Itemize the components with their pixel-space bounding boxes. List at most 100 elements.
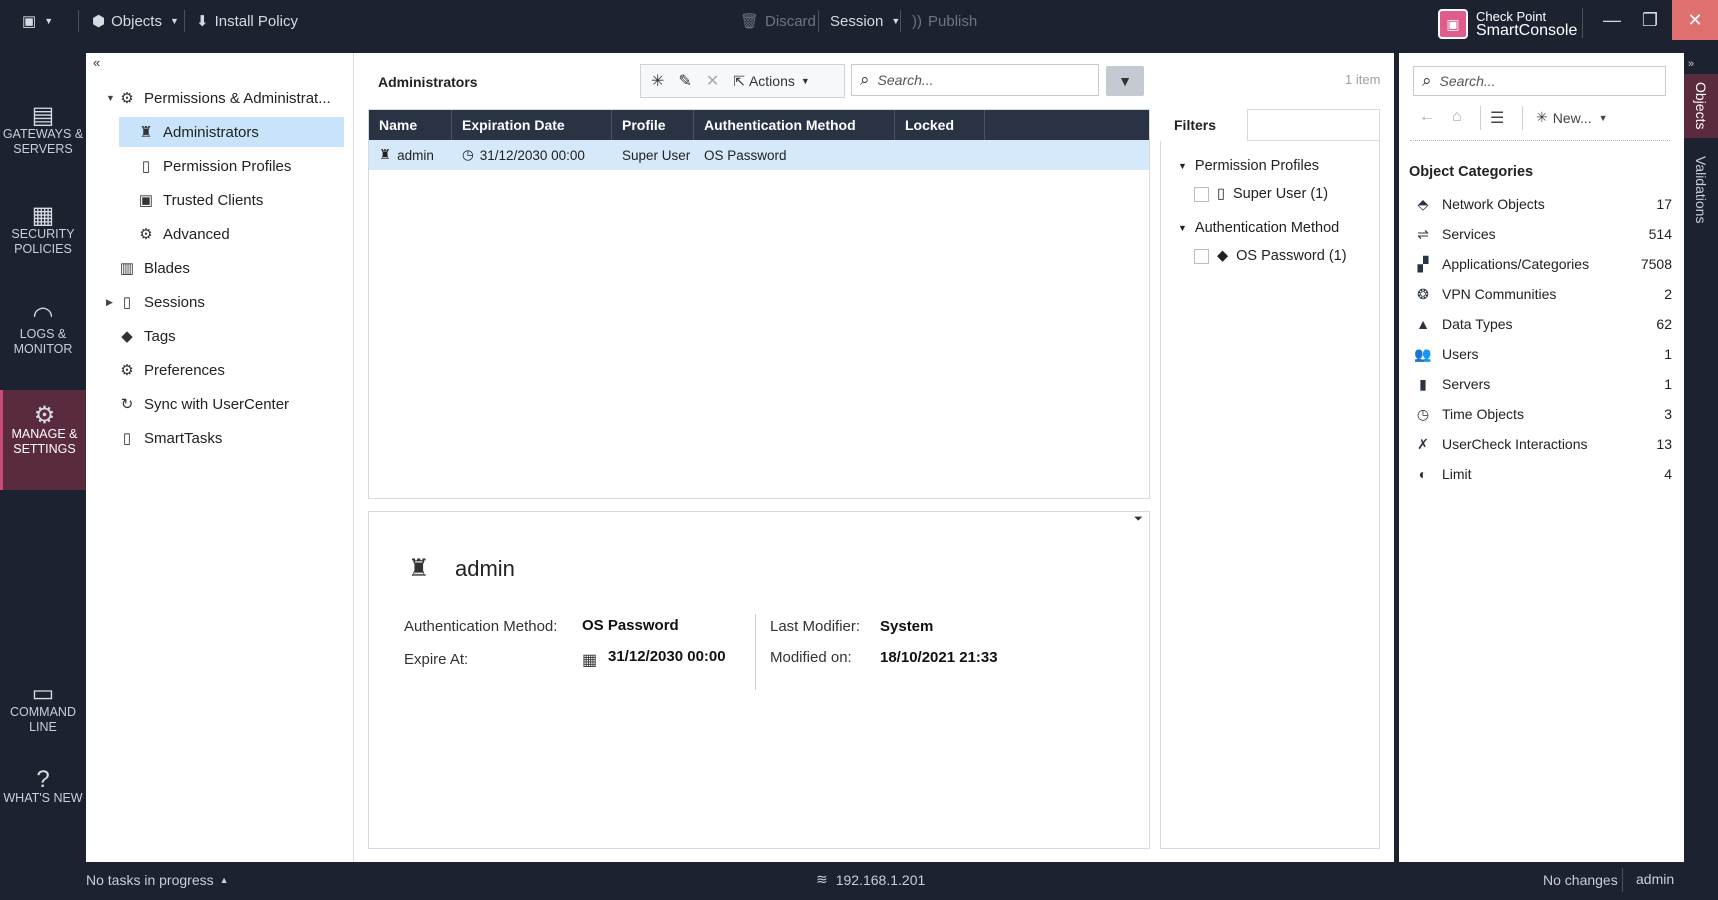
admin-search-input[interactable]: ⌕ Search... bbox=[851, 64, 1099, 96]
limit-icon: ◐ bbox=[1418, 466, 1428, 482]
applications-icon: ▞ bbox=[1417, 255, 1429, 272]
top-bar: ▣ ▼ ⬢ Objects ▼ ⬇ Install Policy 🗑 Discard Se… bbox=[0, 0, 1718, 48]
tree-item-advanced[interactable]: ⚙ Advanced bbox=[137, 219, 229, 249]
category-data-types[interactable]: ▲ Data Types 62 bbox=[1414, 310, 1672, 338]
calendar-icon: ▦ bbox=[582, 652, 598, 669]
nav-manage-settings[interactable]: ⚙ MANAGE & SETTINGS bbox=[0, 390, 86, 490]
app-menu-button[interactable]: ▣ ▼ bbox=[22, 0, 53, 42]
tasks-status[interactable]: No tasks in progress ▲ bbox=[86, 872, 229, 888]
col-name[interactable]: Name bbox=[369, 110, 452, 140]
category-servers[interactable]: ▮ Servers 1 bbox=[1414, 370, 1672, 398]
nav-gateways-servers[interactable]: ▤ GATEWAYS & SERVERS bbox=[0, 102, 86, 157]
close-button[interactable]: ✕ bbox=[1672, 0, 1718, 40]
collapse-details-icon[interactable]: ⏷ bbox=[1134, 513, 1143, 526]
category-vpn-communities[interactable]: ❂ VPN Communities 2 bbox=[1414, 280, 1672, 308]
checkbox[interactable] bbox=[1194, 248, 1209, 264]
export-icon: ⇱ bbox=[733, 72, 745, 89]
table-row[interactable]: ♜ admin ◷ 31/12/2030 00:00 Super User OS P… bbox=[369, 140, 1149, 170]
nav-security-policies[interactable]: ▦ SECURITY POLICIES bbox=[0, 204, 86, 257]
tree-item-sessions[interactable]: ▶ ▯ Sessions bbox=[106, 287, 205, 317]
blades-icon: ▥ bbox=[119, 260, 135, 277]
last-modifier-value: System bbox=[880, 618, 934, 635]
home-icon[interactable]: ⌂ bbox=[1452, 108, 1462, 126]
nav-logs-monitor[interactable]: ◠ LOGS & MONITOR bbox=[0, 304, 86, 357]
tree-item-sync-usercenter[interactable]: ↻ Sync with UserCenter bbox=[118, 389, 289, 419]
tree-item-permissions[interactable]: ▼ ⚙ Permissions & Administrat... bbox=[106, 83, 331, 113]
gear-icon: ⚙ bbox=[120, 90, 134, 107]
tab-validations[interactable]: Validations bbox=[1684, 144, 1718, 236]
new-object-button[interactable]: ✳ New... ▼ bbox=[1536, 109, 1608, 126]
tree-item-tags[interactable]: ◆ Tags bbox=[118, 321, 175, 351]
trusted-client-icon: ▣ bbox=[138, 192, 154, 209]
session-menu-button[interactable]: Session ▼ bbox=[830, 0, 900, 42]
restore-button[interactable]: ❐ bbox=[1630, 0, 1670, 40]
nav-command-line[interactable]: ▭ COMMAND LINE bbox=[0, 680, 86, 735]
discard-button[interactable]: 🗑 Discard bbox=[740, 0, 816, 42]
category-usercheck[interactable]: ✗ UserCheck Interactions 13 bbox=[1414, 430, 1672, 458]
col-locked[interactable]: Locked bbox=[895, 110, 985, 140]
install-policy-button[interactable]: ⬇ Install Policy bbox=[196, 0, 298, 42]
data-types-icon: ▲ bbox=[1416, 316, 1430, 332]
category-time-objects[interactable]: ◷ Time Objects 3 bbox=[1414, 400, 1672, 428]
expand-panel-icon[interactable]: » bbox=[1688, 58, 1694, 70]
cell-profile: Super User bbox=[622, 147, 691, 163]
filter-group-permission-profiles[interactable]: ▼ Permission Profiles bbox=[1178, 158, 1319, 174]
category-applications[interactable]: ▞ Applications/Categories 7508 bbox=[1414, 250, 1672, 278]
gear-icon: ⚙ bbox=[33, 402, 56, 429]
tree-item-preferences[interactable]: ⚙ Preferences bbox=[118, 355, 225, 385]
terminal-icon: ▭ bbox=[31, 680, 55, 707]
toolbar-divider bbox=[1522, 106, 1523, 130]
collapse-panel-icon[interactable]: « bbox=[93, 55, 100, 70]
expand-right-icon: ▶ bbox=[106, 296, 113, 307]
panel-divider bbox=[1410, 140, 1670, 141]
filter-toggle-button[interactable]: ▼ bbox=[1106, 66, 1144, 96]
objects-search-input[interactable]: ⌕ Search... bbox=[1413, 66, 1666, 96]
category-users[interactable]: 👥 Users 1 bbox=[1414, 340, 1672, 368]
col-auth-method[interactable]: Authentication Method bbox=[694, 110, 895, 140]
chevron-down-icon: ▼ bbox=[44, 16, 54, 26]
tree-item-administrators[interactable]: ♜ Administrators bbox=[119, 117, 344, 147]
col-expiration-date[interactable]: Expiration Date bbox=[452, 110, 612, 140]
edit-icon[interactable]: ✎ bbox=[678, 71, 691, 91]
actions-menu-button[interactable]: ⇱ Actions ▼ bbox=[733, 73, 810, 90]
col-profile[interactable]: Profile bbox=[612, 110, 694, 140]
modified-on-value: 18/10/2021 21:33 bbox=[880, 649, 998, 666]
category-network-objects[interactable]: ⬘ Network Objects 17 bbox=[1414, 190, 1672, 218]
nav-whats-new[interactable]: ? WHAT'S NEW bbox=[0, 768, 86, 806]
servers-icon: ▤ bbox=[31, 102, 55, 129]
filter-option-super-user[interactable]: ▯ Super User (1) bbox=[1194, 186, 1328, 202]
tree-item-permission-profiles[interactable]: ▯ Permission Profiles bbox=[137, 151, 292, 181]
tab-filters[interactable]: Filters bbox=[1160, 109, 1248, 141]
brand-logo: ▣ Check Point SmartConsole bbox=[1438, 5, 1577, 43]
tree-item-smarttasks[interactable]: ▯ SmartTasks bbox=[118, 423, 223, 453]
chevron-down-icon: ▼ bbox=[169, 16, 179, 26]
auth-method-label: Authentication Method: bbox=[404, 618, 558, 635]
category-services[interactable]: ⇌ Services 514 bbox=[1414, 220, 1672, 248]
auth-method-value: OS Password bbox=[582, 617, 679, 634]
search-icon: ⌕ bbox=[1422, 71, 1432, 90]
category-limit[interactable]: ◐ Limit 4 bbox=[1414, 460, 1672, 488]
list-view-icon[interactable]: ☰ bbox=[1490, 108, 1504, 128]
filter-group-auth-method[interactable]: ▼ Authentication Method bbox=[1178, 220, 1339, 236]
filter-option-os-password[interactable]: ◆ OS Password (1) bbox=[1194, 248, 1347, 264]
objects-menu-button[interactable]: ⬢ Objects ▼ bbox=[92, 0, 179, 42]
network-icon: ⬘ bbox=[1417, 195, 1429, 212]
delete-icon[interactable]: ✕ bbox=[706, 71, 719, 91]
server-status: ≋ 192.168.1.201 bbox=[816, 871, 926, 888]
new-icon[interactable]: ✳ bbox=[651, 71, 664, 91]
current-user: admin bbox=[1636, 871, 1675, 887]
tree-item-blades[interactable]: ▥ Blades bbox=[118, 253, 190, 283]
back-icon[interactable]: ← bbox=[1419, 108, 1435, 126]
tab-objects[interactable]: Objects bbox=[1684, 74, 1718, 138]
publish-button[interactable]: )) Publish bbox=[912, 0, 977, 42]
chevron-down-icon: ▼ bbox=[891, 16, 901, 26]
gear-icon: ⚙ bbox=[120, 362, 134, 379]
cell-locked bbox=[895, 140, 985, 170]
profile-icon: ▯ bbox=[141, 158, 151, 175]
profile-icon: ▯ bbox=[1217, 186, 1225, 202]
checkbox[interactable] bbox=[1194, 186, 1209, 202]
minimize-button[interactable]: — bbox=[1592, 0, 1632, 40]
tree-item-trusted-clients[interactable]: ▣ Trusted Clients bbox=[137, 185, 263, 215]
admin-icon: ♜ bbox=[408, 555, 430, 582]
filters-tab-line bbox=[1248, 140, 1380, 141]
